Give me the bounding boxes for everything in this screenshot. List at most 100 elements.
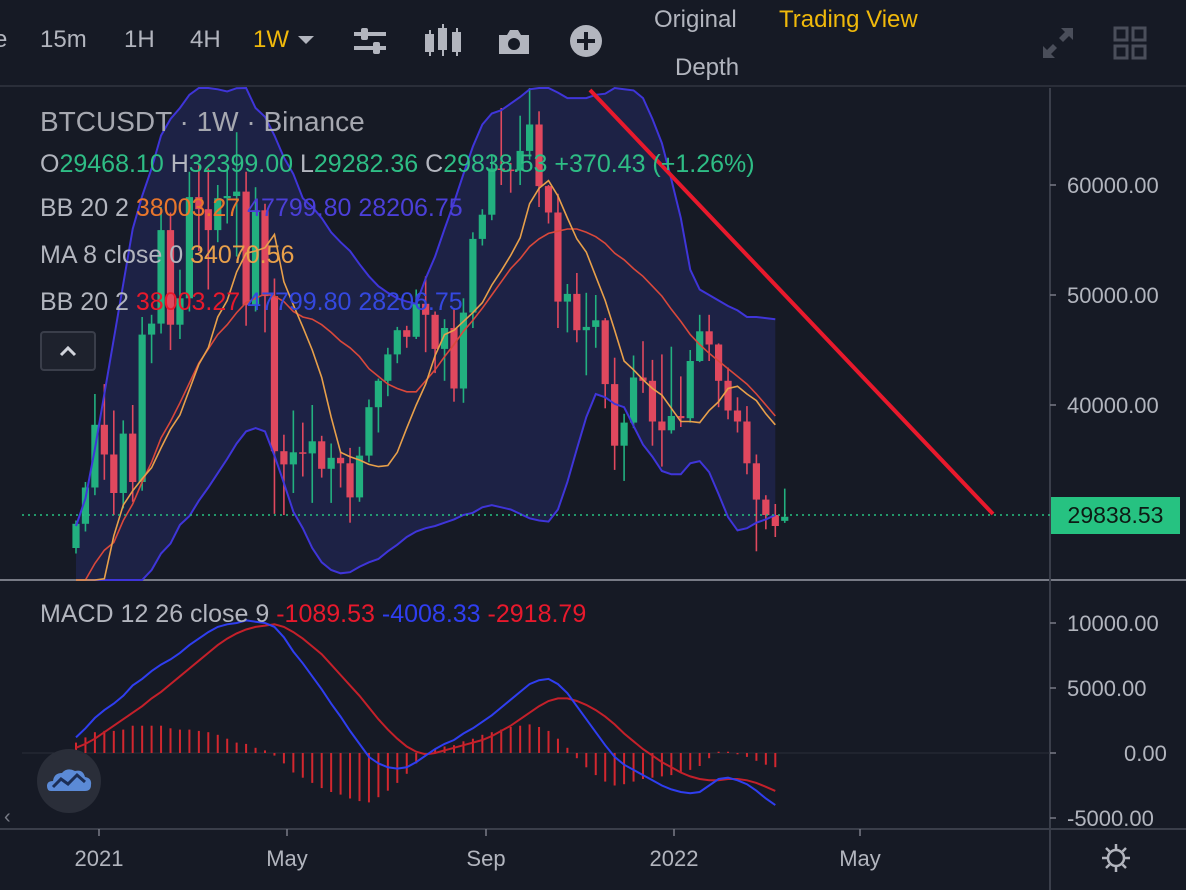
high-label: H [170,150,189,178]
time-tick-label: 2022 [650,846,699,871]
change-value: +370.43 (+1.26%) [554,150,755,178]
price-tick-label: 50000.00 [1067,283,1159,308]
candle-body [299,452,307,454]
candle-body [658,421,666,431]
macd-tick-label: -5000.00 [1067,806,1154,831]
candle-body [554,212,562,302]
cloud-chart-icon [47,769,92,791]
macd-histogram-bar [500,729,503,753]
candle-body [270,296,279,452]
ma-value: 34070.56 [190,241,295,269]
macd-histogram-bar [604,753,607,782]
macd-histogram-bar [623,753,626,785]
macd-signal-value: -2918.79 [487,600,587,628]
macd-histogram-bar [594,753,597,776]
macd-histogram-bar [471,738,474,753]
macd-histogram-bar [150,725,153,753]
macd-histogram-bar [235,742,238,753]
open-label: O [40,150,60,178]
macd-histogram-bar [292,753,295,773]
macd-histogram-bar [745,753,748,757]
macd-histogram-bar [301,753,304,778]
macd-histogram-bar [254,747,257,753]
candle-body [138,334,146,482]
macd-histogram-bar [141,725,144,753]
macd-histogram-bar [122,729,125,753]
candle-body [100,424,108,455]
candle-body [601,320,609,385]
scroll-left-icon[interactable]: ‹ [4,806,11,829]
macd-histogram-bar [311,753,314,783]
macd-tick-label: 5000.00 [1067,676,1147,701]
macd-histogram-bar [197,730,200,753]
bb1-legend: BB 20 2 38003.27 47799.80 28206.75 [40,194,463,223]
macd-histogram-bar [717,751,720,753]
bb2-basis: 38003.27 [135,288,241,316]
macd-histogram-bar [566,747,569,753]
candle-body [384,354,392,381]
high-value: 32399.00 [188,150,294,178]
candle-body [148,323,156,335]
candle-body [450,328,458,389]
tradingview-logo[interactable] [37,749,101,813]
bb1-basis: 38003.27 [135,194,241,222]
candle-body [327,457,335,469]
chart-symbol-title: BTCUSDT · 1W · Binance [40,106,365,137]
low-value: 29282.36 [313,150,419,178]
macd-histogram-bar [519,725,522,753]
candle-body [762,499,770,515]
candle-body [346,463,354,498]
macd-histogram-bar [679,753,682,773]
macd-tick-label: 10000.00 [1067,611,1159,636]
candle-body [129,433,137,482]
macd-histogram-bar [755,753,758,761]
time-tick-label: May [266,846,308,871]
macd-histogram-bar [339,753,342,795]
macd-histogram-bar [764,753,767,765]
candle-body [318,441,326,469]
bb1-upper: 47799.80 [247,194,352,222]
candle-body [582,326,590,331]
macd-histogram-bar [169,728,172,753]
macd-histogram-bar [358,753,361,802]
candle-body [289,452,297,465]
macd-histogram-bar [660,753,663,777]
macd-histogram-bar [377,753,380,798]
macd-histogram-bar [216,734,219,753]
candle-body [743,421,751,464]
close-value: 29838.53 [443,150,548,178]
macd-histogram-bar [349,753,352,799]
bb1-name: BB 20 2 [40,194,129,222]
close-label: C [425,150,444,178]
macd-histogram-bar [273,753,276,756]
bb2-name: BB 20 2 [40,288,129,316]
ma-legend: MA 8 close 0 34070.56 [40,241,294,270]
candle-body [393,330,401,355]
candle-body [667,416,675,431]
candle-body [611,384,619,446]
chart-settings-gear-icon[interactable] [1101,843,1131,873]
candle-body [280,451,288,465]
macd-histogram-bar [245,743,248,753]
macd-histogram-bar [282,753,285,764]
candle-body [478,214,486,239]
candle-body [573,293,581,331]
macd-histogram-bar [689,753,692,770]
macd-histogram-bar [538,727,541,753]
chevron-up-icon [59,345,77,357]
macd-hist-value: -1089.53 [276,600,375,628]
collapse-legend-button[interactable] [40,331,96,371]
macd-histogram-bar [462,741,465,753]
candle-body [733,410,742,422]
macd-name: MACD 12 26 close 9 [40,600,270,628]
macd-histogram-bar [367,753,370,803]
candle-body [119,433,127,493]
macd-histogram-bar [670,753,673,776]
bb2-upper: 47799.80 [247,288,352,316]
macd-histogram-bar [547,730,550,753]
bb1-lower: 28206.75 [358,194,463,222]
macd-histogram-bar [178,729,181,753]
candle-body [526,124,534,151]
price-tick-label: 40000.00 [1067,393,1159,418]
macd-histogram-bar [481,734,484,753]
